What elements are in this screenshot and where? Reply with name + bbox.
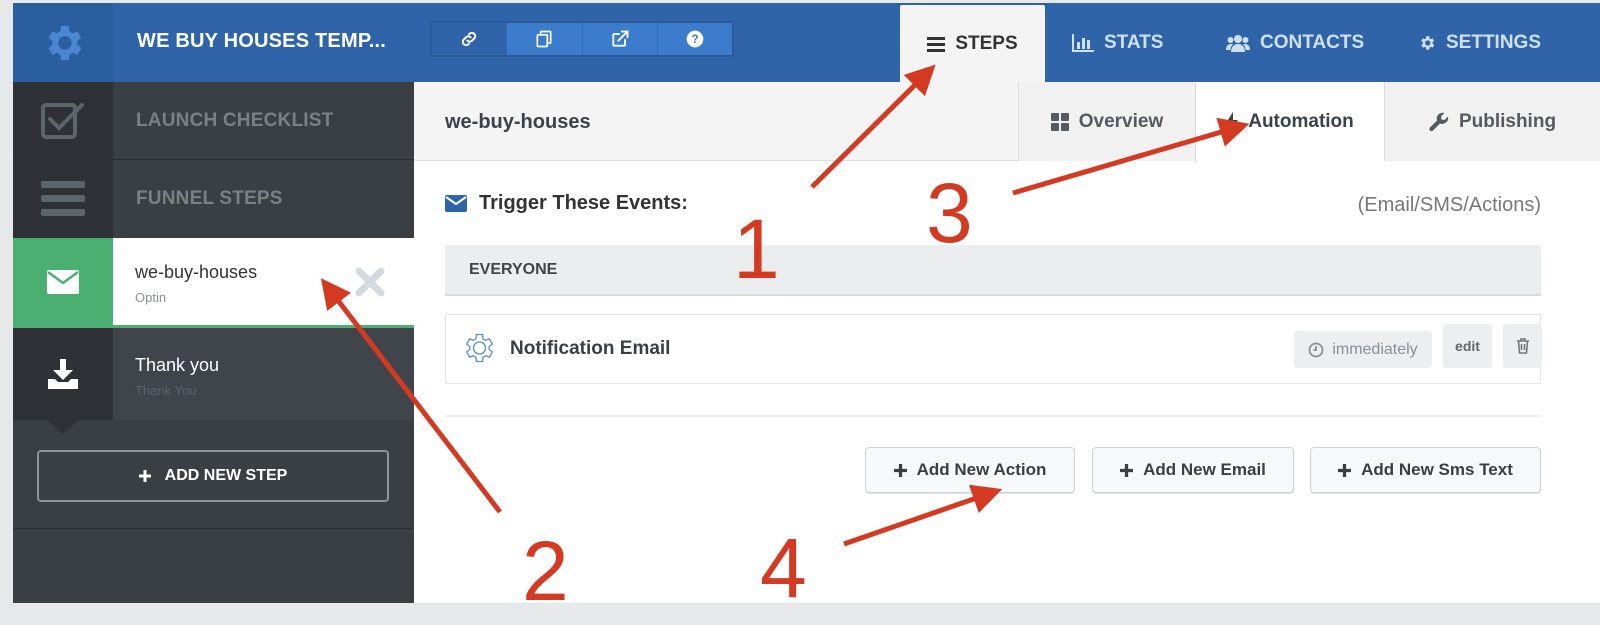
tab-settings[interactable]: SETTINGS bbox=[1418, 3, 1541, 82]
step-header: we-buy-houses Overview Automation Publis… bbox=[414, 82, 1600, 162]
tab-steps[interactable]: STEPS bbox=[900, 5, 1045, 82]
tab-overview-label: Overview bbox=[1078, 110, 1164, 132]
tab-steps-label: STEPS bbox=[955, 32, 1018, 54]
trigger-heading: Trigger These Events: bbox=[445, 192, 688, 215]
tab-contacts-label: CONTACTS bbox=[1260, 31, 1365, 53]
open-external-button[interactable] bbox=[583, 23, 658, 55]
link-icon bbox=[462, 31, 477, 47]
main-panel: we-buy-houses Overview Automation Publis… bbox=[414, 82, 1600, 603]
step-pointer bbox=[47, 420, 79, 434]
plus-icon bbox=[1120, 463, 1134, 477]
plus-icon bbox=[1338, 463, 1352, 477]
step-name: we-buy-houses bbox=[135, 262, 258, 282]
add-sms-label: Add New Sms Text bbox=[1361, 460, 1513, 479]
grid-icon bbox=[1050, 112, 1069, 131]
tab-publishing[interactable]: Publishing bbox=[1384, 82, 1600, 161]
link-button[interactable] bbox=[432, 23, 508, 55]
help-button[interactable]: ? bbox=[658, 23, 732, 55]
add-new-action-button[interactable]: Add New Action bbox=[865, 447, 1075, 493]
step-type: Thank You bbox=[135, 383, 197, 398]
step-icon-cell bbox=[13, 328, 113, 420]
trigger-title: Trigger These Events: bbox=[479, 192, 688, 214]
event-name: Notification Email bbox=[510, 338, 671, 359]
timing-badge: immediately bbox=[1294, 331, 1432, 368]
add-new-step-button[interactable]: ADD NEW STEP bbox=[37, 450, 389, 502]
add-action-label: Add New Action bbox=[916, 460, 1047, 479]
tab-publishing-label: Publishing bbox=[1458, 110, 1557, 132]
tab-contacts[interactable]: CONTACTS bbox=[1226, 3, 1364, 82]
add-step-label: ADD NEW STEP bbox=[164, 467, 288, 484]
gear-logo-icon bbox=[48, 25, 82, 60]
event-row[interactable]: Notification Email immediately edit bbox=[445, 314, 1542, 384]
svg-text:?: ? bbox=[691, 33, 698, 46]
sidebar-icon-cell bbox=[13, 160, 113, 238]
plus-icon bbox=[893, 463, 907, 477]
app-logo[interactable] bbox=[13, 3, 113, 82]
top-bar: WE BUY HOUSES TEMP... ? STEPS STATS CONT… bbox=[13, 3, 1600, 82]
trash-icon bbox=[1516, 338, 1529, 354]
add-new-email-button[interactable]: Add New Email bbox=[1092, 447, 1294, 493]
tab-stats[interactable]: STATS bbox=[1072, 3, 1163, 82]
add-new-sms-button[interactable]: Add New Sms Text bbox=[1310, 447, 1541, 493]
plus-icon bbox=[138, 470, 151, 482]
tab-overview[interactable]: Overview bbox=[1018, 82, 1195, 161]
trigger-meta: (Email/SMS/Actions) bbox=[1357, 194, 1541, 216]
sidebar-item-label: LAUNCH CHECKLIST bbox=[136, 110, 334, 131]
copy-icon bbox=[536, 30, 552, 48]
funnel-step-thank-you[interactable]: Thank you Thank You bbox=[13, 328, 414, 434]
section-divider bbox=[445, 415, 1541, 417]
step-name: Thank you bbox=[135, 355, 220, 375]
wrench-icon bbox=[1429, 112, 1449, 131]
clock-icon bbox=[1308, 342, 1324, 357]
edit-button[interactable]: edit bbox=[1443, 324, 1492, 368]
menu-icon bbox=[927, 36, 946, 52]
settings-gear-icon bbox=[465, 333, 494, 363]
delete-button[interactable] bbox=[1503, 324, 1542, 368]
envelope-icon bbox=[445, 195, 467, 212]
help-icon: ? bbox=[686, 30, 704, 48]
sidebar-item-launch-checklist[interactable]: LAUNCH CHECKLIST bbox=[13, 82, 414, 160]
bolt-icon bbox=[1226, 112, 1239, 132]
funnel-toolbar: ? bbox=[430, 21, 734, 57]
envelope-icon bbox=[47, 269, 79, 294]
external-link-icon bbox=[612, 30, 629, 47]
copy-button[interactable] bbox=[507, 23, 583, 55]
bar-chart-icon bbox=[1072, 33, 1094, 52]
page-title: we-buy-houses bbox=[445, 111, 591, 133]
tab-automation[interactable]: Automation bbox=[1195, 82, 1384, 162]
tab-automation-label: Automation bbox=[1248, 111, 1354, 132]
step-icon-cell bbox=[13, 238, 113, 325]
tab-stats-label: STATS bbox=[1104, 31, 1164, 53]
tab-settings-label: SETTINGS bbox=[1446, 31, 1542, 53]
timing-label: immediately bbox=[1332, 340, 1418, 358]
app-window: WE BUY HOUSES TEMP... ? STEPS STATS CONT… bbox=[13, 3, 1600, 603]
audience-group-header: EVERYONE bbox=[445, 245, 1541, 296]
step-type: Optin bbox=[135, 290, 167, 305]
gear-icon bbox=[1421, 35, 1435, 50]
close-icon[interactable] bbox=[354, 266, 386, 298]
sidebar-divider bbox=[13, 528, 414, 529]
sidebar: LAUNCH CHECKLIST FUNNEL STEPS we-buy-hou… bbox=[13, 82, 414, 603]
download-icon bbox=[48, 359, 78, 389]
funnel-step-optin[interactable]: we-buy-houses Optin bbox=[13, 238, 414, 342]
funnel-title: WE BUY HOUSES TEMP... bbox=[137, 30, 387, 52]
sidebar-item-label: FUNNEL STEPS bbox=[136, 188, 283, 209]
checklist-icon bbox=[41, 102, 84, 139]
sidebar-item-funnel-steps[interactable]: FUNNEL STEPS bbox=[13, 160, 414, 238]
sidebar-icon-cell bbox=[13, 82, 113, 159]
users-icon bbox=[1226, 34, 1250, 52]
menu-icon bbox=[41, 181, 85, 216]
add-email-label: Add New Email bbox=[1143, 460, 1266, 479]
